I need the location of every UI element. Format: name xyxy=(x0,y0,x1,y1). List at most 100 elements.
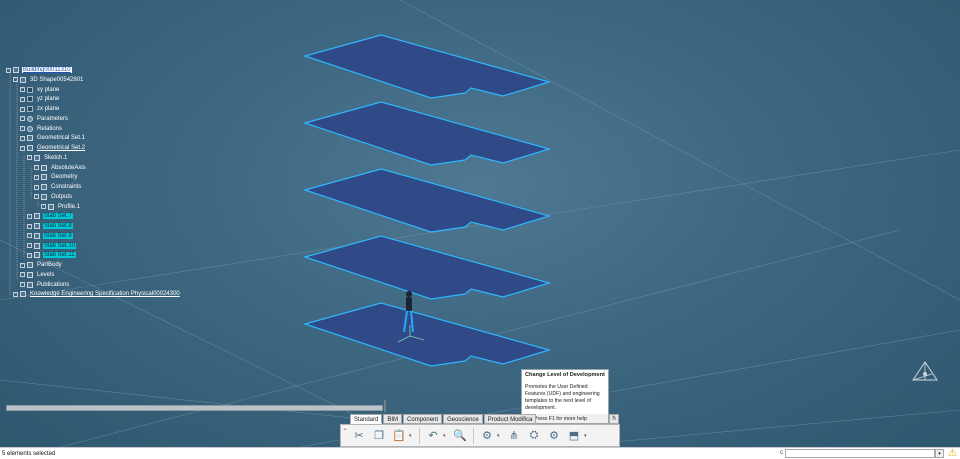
tree-node[interactable]: - xy plane xyxy=(20,85,60,95)
copy-icon[interactable]: ❐ xyxy=(371,428,387,444)
tree-node[interactable]: - Slab Set.11 xyxy=(27,250,76,260)
tree-node[interactable]: - Slab Set.7 xyxy=(27,211,73,221)
slab-1[interactable] xyxy=(302,34,552,99)
undo-icon[interactable]: ↶ xyxy=(425,428,441,444)
tree-expander-icon[interactable]: - xyxy=(27,223,32,229)
tree-node[interactable]: - Slab Set.10 xyxy=(27,241,77,251)
tree-horizontal-scrollbar[interactable] xyxy=(6,405,383,411)
geometry-icon xyxy=(41,174,47,181)
tab-component[interactable]: Component xyxy=(403,414,443,424)
tree-node[interactable]: - Levels xyxy=(20,270,55,280)
slab-3[interactable] xyxy=(302,168,552,233)
tree-node[interactable]: - Geometrical Set.1 xyxy=(20,133,86,143)
tree-expander-icon[interactable]: - xyxy=(13,291,18,297)
tree-expander-icon[interactable]: - xyxy=(20,145,25,151)
tree-expander-icon[interactable]: - xyxy=(27,252,32,258)
tree-node-label: PartBody xyxy=(37,262,62,268)
tree-expander-icon[interactable]: - xyxy=(27,213,32,219)
tree-expander-icon[interactable]: - xyxy=(20,116,25,122)
tree-node-label: Slab Set.7 xyxy=(43,213,73,220)
tree-expander-icon[interactable]: - xyxy=(20,272,25,278)
tree-expander-icon[interactable]: - xyxy=(6,67,11,73)
3d-viewport[interactable] xyxy=(0,0,960,447)
tree-node[interactable]: - Geometry xyxy=(34,172,78,182)
tree-node[interactable]: - PartBody xyxy=(20,260,63,270)
tree-expander-icon[interactable]: - xyxy=(20,106,25,112)
tree-expander-icon[interactable]: - xyxy=(27,243,32,248)
tree-node[interactable]: - Parameters xyxy=(20,114,69,124)
tree-expander-icon[interactable]: - xyxy=(27,155,32,161)
knowledge-tree-icon[interactable]: ⋔ xyxy=(506,428,522,444)
slab-icon xyxy=(34,232,40,239)
slab-4[interactable] xyxy=(302,235,552,300)
compass-icon[interactable] xyxy=(910,360,940,386)
tree-node-label: Outputs xyxy=(51,193,73,200)
template-gear-icon[interactable]: ⚙ xyxy=(546,428,562,444)
dropdown-arrow-icon[interactable]: ▾ xyxy=(443,433,448,439)
tree-node[interactable]: - 3D Shape00542801 xyxy=(13,75,84,85)
tree-node-label: Slab Set.8 xyxy=(43,223,73,229)
tree-node[interactable]: - Constraints xyxy=(34,182,82,192)
status-text: 5 elements selected xyxy=(2,450,56,457)
command-input[interactable] xyxy=(785,449,935,458)
tree-expander-icon[interactable]: - xyxy=(20,282,25,287)
tree-node[interactable]: - Geometrical Set.2 xyxy=(20,143,86,153)
slab-group[interactable] xyxy=(302,34,552,367)
slab-icon xyxy=(34,223,40,229)
tree-node[interactable]: - Slab Set.8 xyxy=(27,221,73,231)
tree-expander-icon[interactable]: - xyxy=(34,194,39,200)
tree-node[interactable]: - Publications xyxy=(20,280,70,290)
tree-node[interactable]: - yz plane xyxy=(20,94,60,104)
tree-node[interactable]: - Relations xyxy=(20,124,63,134)
tree-node-label: xy plane xyxy=(37,86,60,93)
tree-node-label: zx plane xyxy=(37,106,60,112)
tab-geoscience[interactable]: Geoscience xyxy=(443,414,483,424)
tree-expander-icon[interactable]: - xyxy=(41,204,46,209)
dropdown-arrow-icon[interactable]: ▾ xyxy=(584,433,589,439)
tree-node[interactable]: - AbsoluteAxis xyxy=(34,163,87,173)
tree-node[interactable]: - Outputs xyxy=(34,192,73,202)
cut-icon[interactable]: ✂ xyxy=(351,428,367,444)
tree-expander-icon[interactable]: - xyxy=(27,233,32,239)
tab-overflow[interactable]: h xyxy=(609,414,619,424)
slab-2[interactable] xyxy=(302,101,552,166)
tree-node-label: Building00011310 xyxy=(22,67,72,73)
tree-node[interactable]: - Building00011310 xyxy=(6,65,72,75)
collapse-toolbar-icon[interactable]: ⌄ xyxy=(341,424,349,447)
action-bar-tabs: Standard BIM Component Geoscience Product Mo… xyxy=(350,414,537,424)
tree-node-label: Geometry xyxy=(51,174,78,181)
knowledge-icon xyxy=(20,291,26,298)
tab-standard[interactable]: Standard xyxy=(350,414,383,424)
tree-expander-icon[interactable]: - xyxy=(20,96,25,102)
tab-product-modifica[interactable]: Product Modifica xyxy=(483,414,537,424)
tooltip-help-text: Press F1 for more help xyxy=(534,415,587,422)
tree-node[interactable]: - Sketch.1 xyxy=(27,153,68,163)
tree-node[interactable]: - Profile.1 xyxy=(41,202,81,212)
scrollbar-end-marker xyxy=(384,400,386,412)
tree-node[interactable]: - Knowledge Engineering Specification Phy… xyxy=(13,289,181,299)
tree-expander-icon[interactable]: - xyxy=(34,165,39,170)
tree-expander-icon[interactable]: - xyxy=(20,126,25,131)
dropdown-arrow-icon[interactable]: ▾ xyxy=(497,433,502,439)
tree-node-label: 3D Shape00542801 xyxy=(30,76,84,83)
tree-expander-icon[interactable]: - xyxy=(34,184,39,190)
dropdown-arrow-icon[interactable]: ▾ xyxy=(409,433,414,439)
command-dropdown-icon[interactable]: ▾ xyxy=(935,449,944,458)
tree-expander-icon[interactable]: - xyxy=(20,87,25,92)
tree-expander-icon[interactable]: - xyxy=(13,77,18,83)
tree-node[interactable]: - zx plane xyxy=(20,104,60,114)
tree-expander-icon[interactable]: - xyxy=(20,262,25,268)
tab-bim[interactable]: BIM xyxy=(383,414,403,424)
change-level-icon[interactable]: ⛭ xyxy=(526,428,542,444)
warning-icon[interactable]: ⚠ xyxy=(948,448,957,459)
update-icon[interactable]: ⚙ xyxy=(479,428,495,444)
tree-expander-icon[interactable]: - xyxy=(34,174,39,180)
viewport-canvas[interactable] xyxy=(0,0,960,447)
slab-icon xyxy=(34,213,40,220)
slab-5[interactable] xyxy=(302,302,552,367)
publish-icon[interactable]: ⬒ xyxy=(566,428,582,444)
zoom-icon[interactable]: 🔍 xyxy=(452,428,468,444)
paste-icon[interactable]: 📋 xyxy=(391,428,407,444)
tree-node[interactable]: - Slab Set.9 xyxy=(27,231,73,241)
tree-expander-icon[interactable]: - xyxy=(20,135,25,141)
